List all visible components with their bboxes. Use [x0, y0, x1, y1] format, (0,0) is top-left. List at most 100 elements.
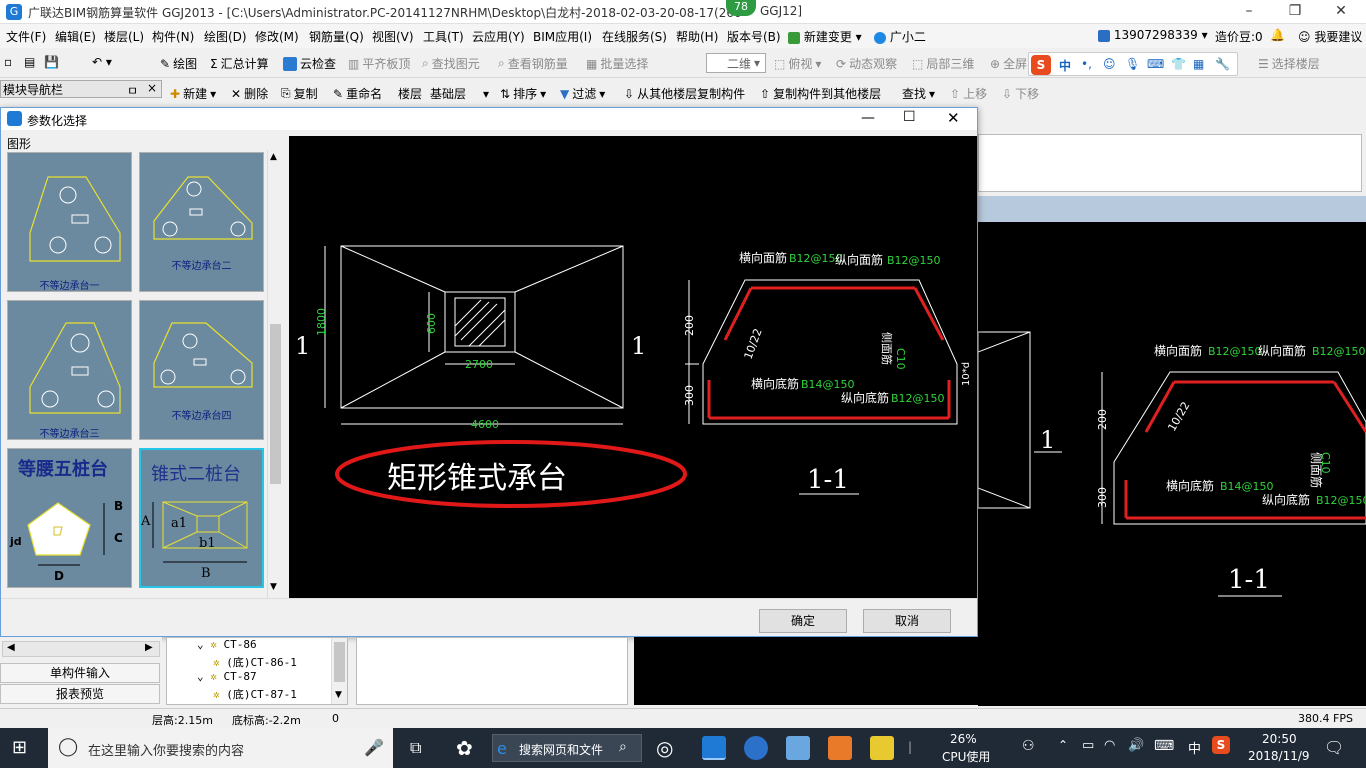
- menu-draw[interactable]: 绘图(D): [204, 28, 247, 45]
- cloud-check-button[interactable]: 云检查: [283, 55, 336, 72]
- notes-app-icon[interactable]: [870, 736, 894, 760]
- draw-button[interactable]: ✎ 绘图: [160, 55, 197, 72]
- new-component-button[interactable]: ✚ 新建 ▾: [170, 85, 216, 102]
- keyboard-icon[interactable]: ⌨: [1154, 738, 1174, 754]
- menu-modify[interactable]: 修改(M): [255, 28, 299, 45]
- copy-from-floor-button[interactable]: ⇩ 从其他楼层复制构件: [624, 85, 745, 102]
- local-3d-button[interactable]: ⬚ 局部三维: [912, 55, 974, 72]
- scroll-thumb[interactable]: [270, 324, 281, 484]
- menu-component[interactable]: 构件(N): [152, 28, 194, 45]
- notification-badge[interactable]: 78: [726, 0, 756, 16]
- thumb-unequal-2[interactable]: 不等边承台二: [139, 152, 264, 292]
- fullscreen-button[interactable]: ⊕ 全屏: [990, 55, 1027, 72]
- left-hscroll[interactable]: ◀ ▶: [2, 641, 160, 657]
- move-down-button[interactable]: ⇩ 下移: [1002, 85, 1039, 102]
- tree-node[interactable]: ✲ (底)CT-87-1: [213, 686, 297, 702]
- dialog-maximize-button[interactable]: ☐: [903, 109, 916, 125]
- menu-cloud[interactable]: 云应用(Y): [472, 28, 525, 45]
- task-view-icon[interactable]: ⧉: [410, 738, 421, 758]
- sogou-icon[interactable]: S: [1031, 55, 1051, 75]
- bell-icon[interactable]: 🔔: [1270, 28, 1285, 42]
- scroll-up-icon[interactable]: ▲: [270, 152, 277, 162]
- menu-file[interactable]: 文件(F): [6, 28, 46, 45]
- sort-button[interactable]: ⇅ 排序 ▾: [500, 85, 546, 102]
- ime-indicator[interactable]: 中: [1188, 738, 1201, 757]
- user-account[interactable]: 13907298339 ▾: [1098, 28, 1208, 42]
- thumb-unequal-1[interactable]: 不等边承台一: [7, 152, 132, 292]
- ok-button[interactable]: 确定: [759, 609, 847, 633]
- menu-view[interactable]: 视图(V): [372, 28, 414, 45]
- g-app-icon[interactable]: [744, 736, 768, 760]
- cancel-button[interactable]: 取消: [863, 609, 951, 633]
- wifi-icon[interactable]: ◠: [1104, 738, 1115, 753]
- find-element-button[interactable]: ⌕ 查找图元: [422, 55, 480, 72]
- collapse-icon[interactable]: ⌄: [197, 670, 204, 683]
- thumb-unequal-3[interactable]: 不等边承台三: [7, 300, 132, 440]
- tree-scroll-down-icon[interactable]: ▼: [335, 690, 342, 700]
- top-view-button[interactable]: ⬚ 俯视 ▾: [774, 55, 821, 72]
- open-icon[interactable]: ▤: [24, 55, 35, 69]
- save-icon[interactable]: 💾: [44, 55, 59, 69]
- tree-node[interactable]: ⌄ ✲ CT-86: [197, 638, 257, 651]
- view-rebar-button[interactable]: ⌕ 查看钢筋量: [498, 55, 568, 72]
- menu-rebar[interactable]: 钢筋量(Q): [309, 28, 364, 45]
- batch-select-button[interactable]: ▦ 批量选择: [586, 55, 648, 72]
- menu-help[interactable]: 帮助(H): [676, 28, 718, 45]
- cad-viewport[interactable]: 1 横向面筋 B12@150 纵向面筋 B12@150 横向底筋 B14@150…: [977, 222, 1366, 706]
- delete-button[interactable]: ✕ 删除: [231, 85, 268, 102]
- left-scroll-left-icon[interactable]: ◀: [7, 642, 15, 653]
- thumbnail-scrollbar[interactable]: ▲ ▼: [267, 150, 283, 598]
- undo-icon[interactable]: ↶ ▾: [92, 55, 112, 69]
- suggest-button[interactable]: ☺ 我要建议: [1298, 28, 1362, 45]
- new-change-button[interactable]: 新建变更 ▾: [788, 28, 862, 45]
- pdf-app-icon[interactable]: [828, 736, 852, 760]
- menu-floor[interactable]: 楼层(L): [104, 28, 144, 45]
- clock-date[interactable]: 2018/11/9: [1248, 749, 1310, 763]
- find-button[interactable]: 查找 ▾: [902, 85, 935, 102]
- dynamic-view-button[interactable]: ⟳ 动态观察: [836, 55, 897, 72]
- clock-time[interactable]: 20:50: [1262, 732, 1297, 746]
- notification-icon[interactable]: 🗨: [1324, 738, 1344, 757]
- restore-button[interactable]: ❐: [1272, 0, 1318, 24]
- mic-icon[interactable]: 🎙: [1125, 57, 1140, 71]
- menu-tools[interactable]: 工具(T): [423, 28, 464, 45]
- keyboard-icon[interactable]: ⌨: [1147, 57, 1164, 71]
- dialog-close-button[interactable]: ✕: [947, 109, 960, 127]
- minimize-button[interactable]: –: [1226, 0, 1272, 24]
- close-button[interactable]: ✕: [1318, 0, 1364, 24]
- sogou-tray-icon[interactable]: S: [1212, 736, 1230, 754]
- filter-button[interactable]: ▼ 过滤 ▾: [560, 85, 605, 102]
- pinwheel-icon[interactable]: ✿: [456, 736, 473, 760]
- tray-up-icon[interactable]: ⌃: [1058, 738, 1068, 752]
- left-scroll-right-icon[interactable]: ▶: [145, 642, 153, 653]
- wrench-icon[interactable]: 🔧: [1215, 57, 1230, 71]
- tree-scroll-thumb[interactable]: [334, 642, 345, 682]
- copy-to-floor-button[interactable]: ⇧ 复制构件到其他楼层: [760, 85, 881, 102]
- view-mode-select[interactable]: 二维 ▾: [706, 53, 766, 73]
- people-icon[interactable]: ⚇: [1022, 738, 1035, 754]
- taskbar-search[interactable]: ◯ 在这里输入你要搜索的内容 🎤: [48, 728, 393, 768]
- pin-icon[interactable]: ㅁ: [127, 82, 138, 99]
- nav-close-icon[interactable]: ×: [147, 81, 157, 95]
- browser-search-box[interactable]: e 搜索网页和文件 ⌕: [492, 734, 642, 762]
- thumb-unequal-4[interactable]: 不等边承台四: [139, 300, 264, 440]
- tree-scrollbar[interactable]: ▼: [331, 638, 347, 704]
- move-up-button[interactable]: ⇧ 上移: [950, 85, 987, 102]
- skin-icon[interactable]: 👕: [1171, 57, 1186, 71]
- thumb-tapered-2pile[interactable]: 锥式二桩台 A a1 b1 B: [139, 448, 264, 588]
- dialog-minimize-button[interactable]: —: [861, 110, 875, 126]
- select-floor-button[interactable]: ☰ 选择楼层: [1258, 55, 1320, 72]
- menu-version[interactable]: 版本号(B): [727, 28, 781, 45]
- menu-edit[interactable]: 编辑(E): [55, 28, 96, 45]
- tree-node[interactable]: ⌄ ✲ CT-87: [197, 670, 257, 683]
- xiaoer-button[interactable]: 广小二: [874, 28, 926, 45]
- ime-lang[interactable]: 中: [1059, 57, 1071, 74]
- punct-icon[interactable]: •,: [1081, 57, 1092, 71]
- glodon-taskbar-icon[interactable]: [702, 736, 726, 760]
- grid-icon[interactable]: ▦: [1193, 57, 1204, 71]
- tree-node[interactable]: ✲ (底)CT-86-1: [213, 654, 297, 670]
- copy-button[interactable]: ⎘ 复制: [281, 85, 318, 102]
- scroll-down-icon[interactable]: ▼: [270, 582, 277, 592]
- menu-online[interactable]: 在线服务(S): [602, 28, 667, 45]
- floor-select[interactable]: 基础层 ▾: [430, 85, 489, 102]
